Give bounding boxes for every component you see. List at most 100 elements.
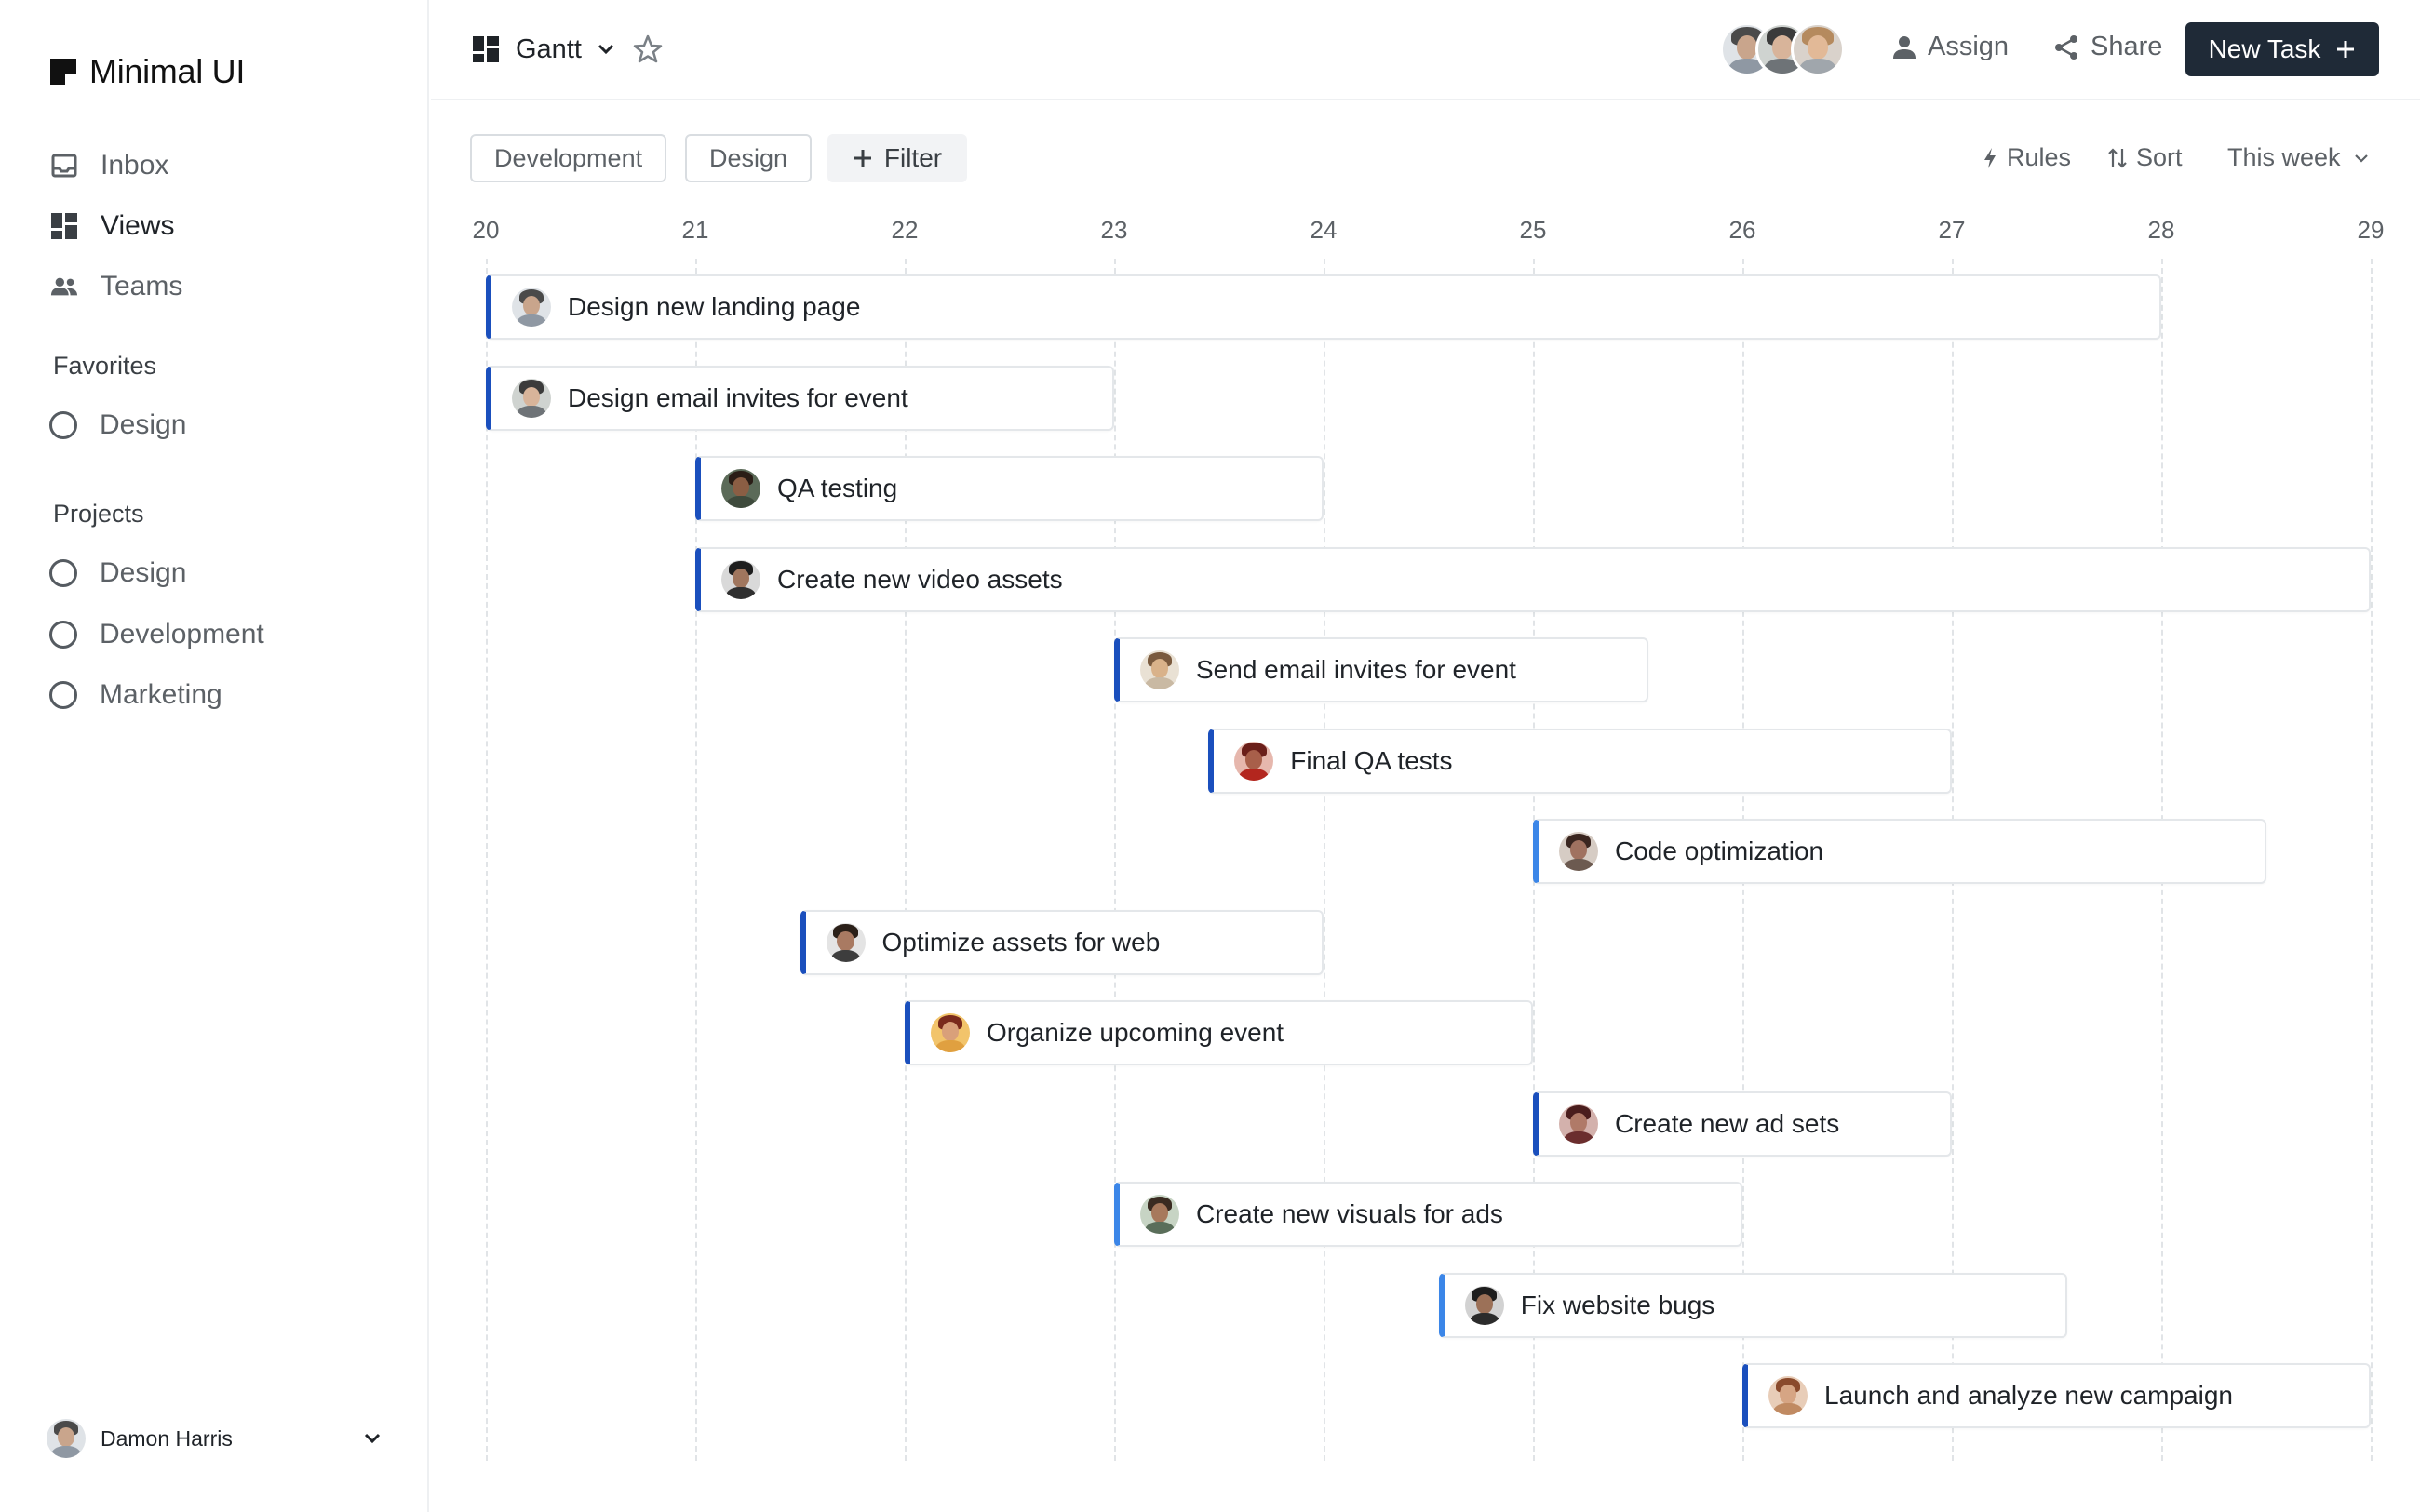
chevron-down-icon[interactable] [363,1432,382,1445]
sort-icon [2108,147,2127,168]
task-label: Organize upcoming event [987,1018,1284,1047]
sidebar-item-label: Teams [101,270,183,301]
filter-button[interactable]: Filter [827,134,967,182]
grid-line [905,259,907,1461]
avatar [1791,22,1845,76]
avatar [1559,832,1598,871]
avatar [826,922,866,962]
filter-chip-design[interactable]: Design [685,134,813,182]
task-bar[interactable]: Launch and analyze new campaign [1742,1363,2371,1428]
avatar [931,1013,970,1052]
task-bar[interactable]: Create new video assets [695,546,2371,612]
top-bar: Gantt Assign Share New Task [431,0,2420,100]
avatar [1464,1285,1504,1325]
favorite-item-label: Design [100,409,187,440]
rules-button[interactable]: Rules [1983,143,2071,172]
day-label: 28 [2147,216,2175,244]
task-bar[interactable]: Create new ad sets [1533,1091,1952,1157]
view-name: Gantt [516,33,582,64]
project-item-marketing[interactable]: Marketing [49,679,222,711]
grid-line [2371,259,2373,1461]
task-bar[interactable]: Optimize assets for web [800,909,1324,975]
lightning-icon [1984,147,1996,168]
assign-button[interactable]: Assign [1892,32,2009,62]
date-range-select[interactable]: This week [2227,143,2378,172]
task-bar[interactable]: Design email invites for event [486,365,1114,431]
sidebar-item-teams[interactable]: Teams [50,256,182,316]
star-icon[interactable] [632,33,664,65]
brand[interactable]: Minimal UI [50,52,245,91]
sidebar-item-label: Inbox [101,149,169,181]
project-item-label: Marketing [100,679,222,710]
day-label: 23 [1100,216,1128,244]
filter-label: Filter [883,143,943,172]
avatar [1140,1195,1179,1234]
date-range-label: This week [2227,143,2341,171]
circle-icon [49,681,77,709]
favorites-heading: Favorites [53,352,157,380]
chevron-down-icon [2354,154,2368,163]
project-item-development[interactable]: Development [49,619,264,650]
task-label: Code optimization [1615,836,1824,865]
grid-icon [50,212,78,240]
day-label: 26 [1728,216,1756,244]
sidebar: Minimal UI Inbox Views Teams Favorites D… [0,0,429,1512]
sidebar-item-views[interactable]: Views [50,195,182,256]
avatar [1140,650,1179,689]
task-label: Create new visuals for ads [1196,1199,1503,1228]
grid-line [695,259,697,1461]
grid-line [486,259,488,1461]
assign-label: Assign [1928,32,2010,61]
main-nav: Inbox Views Teams [50,135,182,316]
circle-icon [49,621,77,649]
member-avatars[interactable] [1720,22,1845,76]
task-bar[interactable]: QA testing [695,456,1324,521]
favorite-item-design[interactable]: Design [49,409,186,441]
plus-icon [2337,41,2355,58]
brand-name: Minimal UI [89,52,246,90]
person-icon [1893,35,1916,59]
share-label: Share [2091,32,2163,61]
task-label: Create new video assets [777,564,1063,594]
task-bar[interactable]: Organize upcoming event [905,1000,1533,1065]
day-label: 22 [891,216,919,244]
day-label: 21 [681,216,709,244]
user-menu[interactable]: Damon Harris [47,1419,382,1458]
day-label: 29 [2357,216,2385,244]
task-label: Design email invites for event [568,382,908,412]
task-bar[interactable]: Send email invites for event [1114,637,1648,702]
avatar [512,378,551,418]
view-switcher[interactable]: Gantt [473,33,664,65]
projects-heading: Projects [53,500,144,528]
filter-chip-development[interactable]: Development [470,134,667,182]
task-bar[interactable]: Code optimization [1533,819,2266,884]
grid-line [1324,259,1325,1461]
task-bar[interactable]: Design new landing page [486,274,2161,340]
sort-button[interactable]: Sort [2108,143,2183,172]
chevron-down-icon [598,44,613,55]
plus-icon [854,150,871,167]
task-label: Final QA tests [1290,745,1453,775]
inbox-icon [50,152,78,180]
circle-icon [49,411,77,439]
avatar [1234,741,1274,781]
grid-icon [473,36,499,62]
new-task-button[interactable]: New Task [2185,22,2379,76]
share-icon [2055,34,2077,60]
share-button[interactable]: Share [2053,32,2162,62]
grid-line [1114,259,1116,1461]
day-label: 27 [1938,216,1966,244]
task-bar[interactable]: Fix website bugs [1438,1272,2067,1338]
project-item-design[interactable]: Design [49,557,186,589]
avatar [721,469,760,508]
avatar [47,1419,86,1458]
task-label: Launch and analyze new campaign [1824,1381,2233,1410]
sidebar-item-inbox[interactable]: Inbox [50,135,182,195]
task-bar[interactable]: Create new visuals for ads [1114,1182,1742,1247]
task-label: Optimize assets for web [881,927,1161,957]
avatar [721,559,760,599]
avatar [512,288,551,327]
task-bar[interactable]: Final QA tests [1208,728,1952,794]
rules-label: Rules [2007,143,2072,171]
new-task-label: New Task [2208,34,2321,63]
